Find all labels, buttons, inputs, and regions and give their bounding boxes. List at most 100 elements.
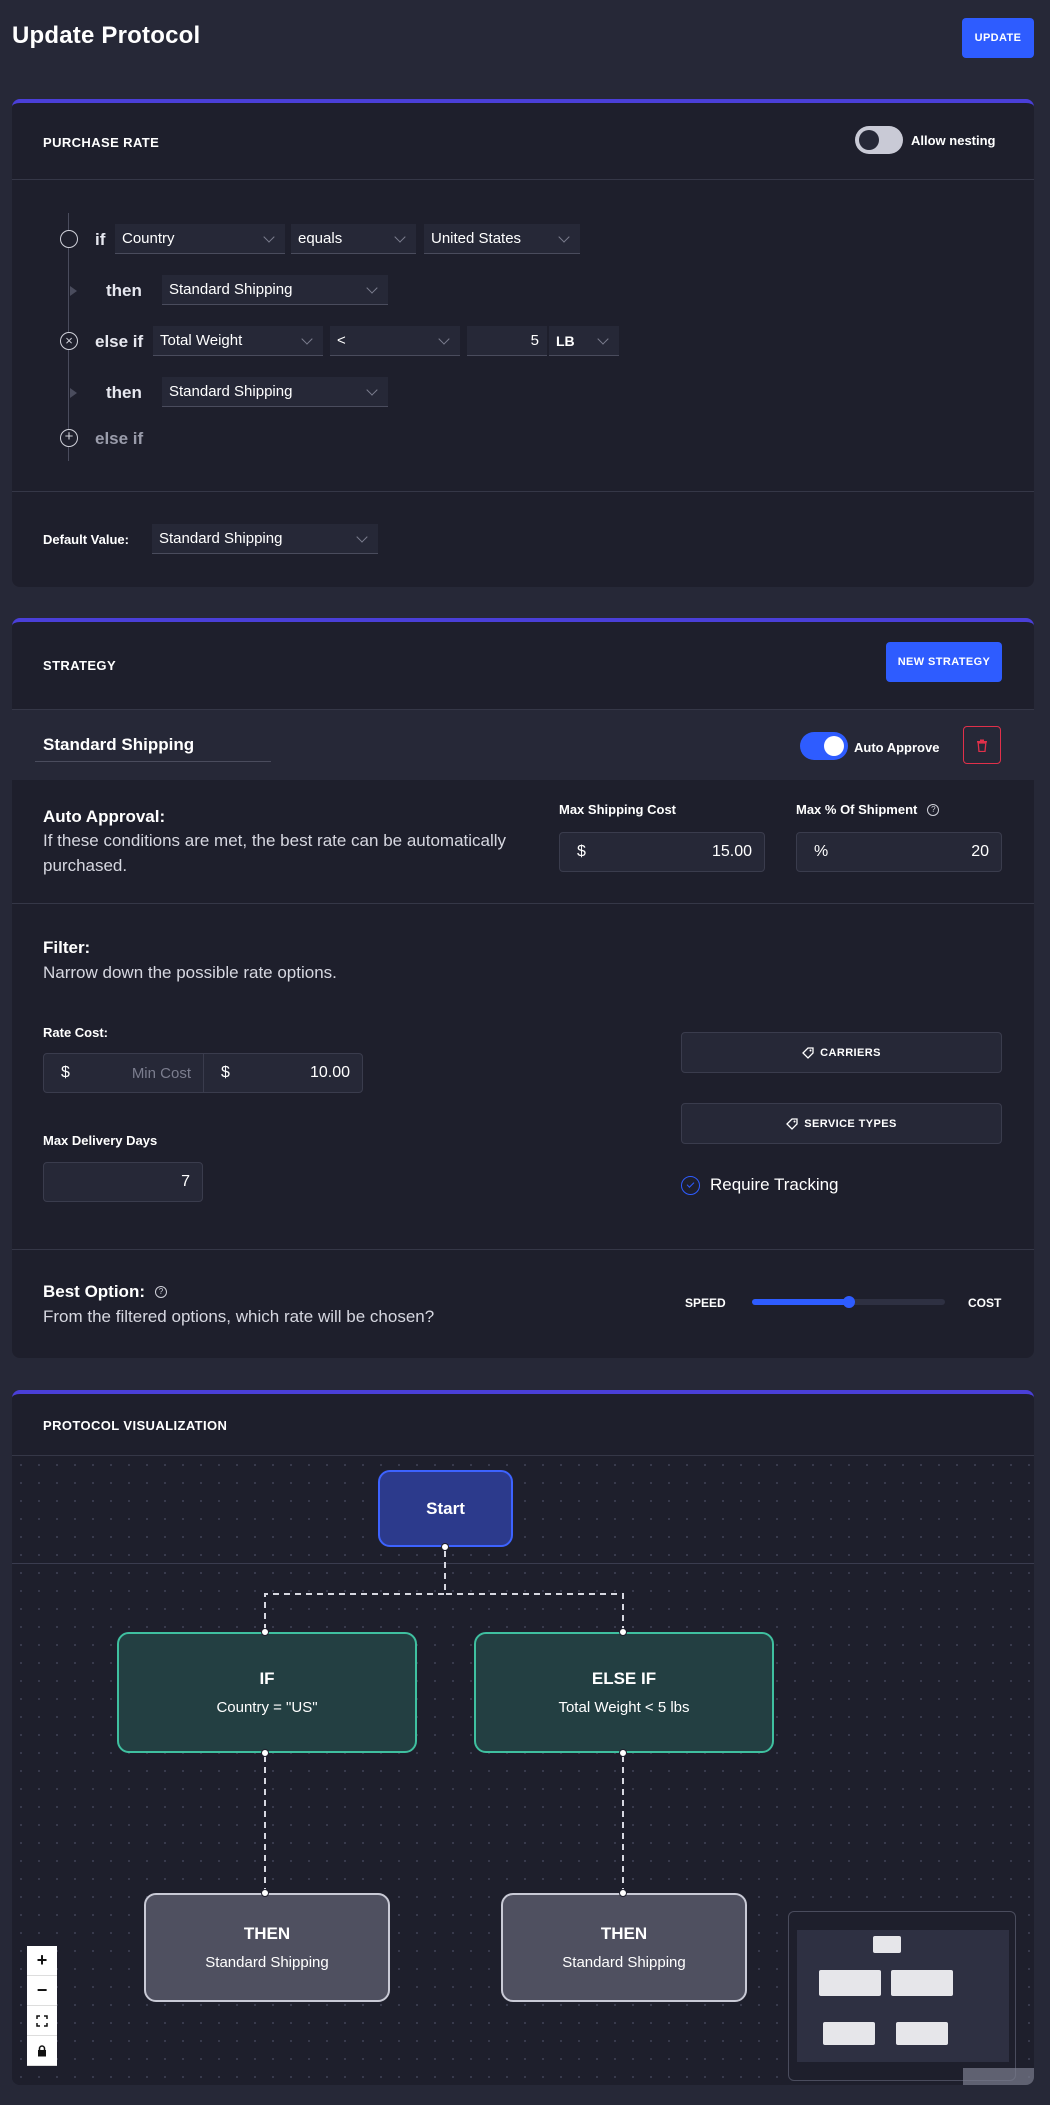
rule1-field-select[interactable]: Country	[115, 224, 285, 254]
toggle-track	[855, 126, 903, 154]
visualization-card: PROTOCOL VISUALIZATION Start IF Country …	[12, 1390, 1034, 2085]
carriers-button[interactable]: CARRIERS	[681, 1032, 1002, 1073]
min-cost-prefix: $	[61, 1064, 70, 1081]
chevron-down-icon	[301, 333, 313, 345]
allow-nesting-toggle[interactable]: Allow nesting	[855, 125, 1015, 155]
else-if-keyword: else if	[95, 332, 144, 351]
default-value-select[interactable]: Standard Shipping	[152, 524, 378, 554]
filter-desc: Narrow down the possible rate options.	[43, 963, 337, 982]
tag-icon	[802, 1046, 814, 1059]
then-node-2-handle[interactable]	[619, 1889, 627, 1897]
radio-circle-icon[interactable]	[60, 230, 78, 248]
best-option-title: Best Option:	[43, 1282, 145, 1301]
rule1-value-select[interactable]: United States	[424, 224, 580, 254]
edge-start-to-elseif	[444, 1551, 624, 1636]
then-keyword: then	[106, 383, 142, 402]
rule2-field-select[interactable]: Total Weight	[153, 326, 323, 356]
fit-view-icon	[36, 2014, 48, 2027]
auto-approve-toggle[interactable]: Auto Approve	[800, 732, 950, 762]
then-node-2-title: THEN	[600, 1924, 648, 1943]
priority-slider[interactable]	[752, 1295, 945, 1309]
service-types-button[interactable]: SERVICE TYPES	[681, 1103, 1002, 1144]
lock-icon	[38, 2044, 46, 2056]
toggle-knob	[859, 130, 879, 150]
strategy-title: STRATEGY	[43, 658, 117, 673]
new-strategy-button[interactable]: NEW STRATEGY	[886, 642, 1002, 682]
chevron-down-icon	[394, 231, 406, 243]
rule2-operator-select[interactable]: <	[330, 326, 460, 356]
max-cost-filter-input[interactable]: $ 10.00	[203, 1053, 363, 1093]
strategy-header-row: Standard Shipping Auto Approve	[12, 710, 1034, 780]
strategy-name: Standard Shipping	[43, 735, 195, 754]
rule1-then-value: Standard Shipping	[169, 281, 293, 298]
fit-view-button[interactable]	[27, 2006, 57, 2036]
then-node-1[interactable]: THEN Standard Shipping	[144, 1893, 390, 2002]
purchase-rate-card: PURCHASE RATE Allow nesting if Country e…	[12, 99, 1034, 587]
page-title: Update Protocol	[12, 22, 201, 49]
add-rule-icon[interactable]: +	[60, 429, 78, 447]
max-cost-input[interactable]: $ 15.00	[559, 832, 765, 872]
require-tracking-checkbox[interactable]: Require Tracking	[681, 1175, 839, 1195]
minimap-node	[873, 1936, 901, 1953]
else-if-node[interactable]: ELSE IF Total Weight < 5 lbs	[474, 1632, 774, 1753]
max-pct-prefix: %	[814, 843, 829, 860]
lock-button[interactable]	[27, 2036, 57, 2066]
max-cost-value: 15.00	[711, 843, 752, 860]
start-node-handle[interactable]	[441, 1543, 449, 1551]
rule2-value-input[interactable]: 5	[467, 326, 547, 356]
slider-thumb[interactable]	[842, 1296, 855, 1308]
rule1-operator-select[interactable]: equals	[291, 224, 416, 254]
visualization-title: PROTOCOL VISUALIZATION	[43, 1418, 228, 1433]
if-node[interactable]: IF Country = "US"	[117, 1632, 417, 1753]
minimap[interactable]	[788, 1911, 1016, 2081]
service-types-label: SERVICE TYPES	[804, 1117, 897, 1130]
max-days-label: Max Delivery Days	[43, 1133, 158, 1148]
strategy-name-input[interactable]: Standard Shipping	[35, 728, 271, 762]
rule2-unit-select[interactable]: LB	[549, 326, 619, 356]
rule2-field-value: Total Weight	[160, 332, 243, 349]
minimap-node	[823, 2022, 875, 2045]
max-pct-input[interactable]: % 20	[796, 832, 1002, 872]
min-cost-input[interactable]: $ Min Cost	[43, 1053, 204, 1093]
add-else-if-label[interactable]: else if	[95, 429, 143, 449]
start-node[interactable]: Start	[378, 1470, 513, 1547]
rule1-value: United States	[431, 230, 522, 247]
minimap-node	[891, 1970, 953, 1996]
rule2-then-select[interactable]: Standard Shipping	[162, 377, 388, 407]
if-node-bottom-handle[interactable]	[261, 1749, 269, 1757]
then-node-2[interactable]: THEN Standard Shipping	[501, 1893, 747, 2002]
carriers-label: CARRIERS	[820, 1046, 881, 1059]
best-option-title-row: Best Option: ?	[43, 1282, 167, 1302]
chevron-down-icon	[356, 531, 368, 543]
chevron-down-icon	[597, 333, 609, 345]
rule2-value: 5	[530, 332, 539, 349]
else-if-node-condition: Total Weight < 5 lbs	[558, 1699, 690, 1716]
allow-nesting-label: Allow nesting	[911, 133, 996, 148]
then-node-1-handle[interactable]	[261, 1889, 269, 1897]
zoom-in-button[interactable]: +	[27, 1946, 57, 1976]
max-cost-filter-prefix: $	[221, 1064, 230, 1081]
if-keyword: if	[95, 230, 106, 249]
max-pct-value: 20	[971, 843, 989, 860]
min-cost-placeholder: Min Cost	[131, 1065, 191, 1082]
if-node-condition: Country = "US"	[216, 1699, 318, 1716]
delete-strategy-button[interactable]	[963, 726, 1001, 764]
zoom-out-button[interactable]: −	[27, 1976, 57, 2006]
if-node-top-handle[interactable]	[261, 1628, 269, 1636]
help-icon[interactable]: ?	[155, 1286, 167, 1298]
help-icon[interactable]: ?	[927, 803, 940, 816]
slider-fill	[752, 1299, 849, 1305]
chevron-down-icon	[263, 231, 275, 243]
update-button[interactable]: UPDATE	[962, 18, 1034, 58]
max-days-input[interactable]: 7	[43, 1162, 203, 1202]
then-node-1-value: Standard Shipping	[205, 1954, 329, 1971]
chevron-down-icon	[366, 384, 378, 396]
flow-canvas[interactable]: Start IF Country = "US" ELSE IF Total We…	[12, 1456, 1034, 2085]
else-if-node-bottom-handle[interactable]	[619, 1749, 627, 1757]
remove-rule-icon[interactable]: ×	[60, 332, 78, 350]
else-if-node-top-handle[interactable]	[619, 1628, 627, 1636]
max-pct-label: Max % Of Shipment	[796, 802, 918, 817]
branch-arrow-icon	[70, 388, 77, 398]
rate-cost-label: Rate Cost:	[43, 1025, 109, 1040]
rule1-then-select[interactable]: Standard Shipping	[162, 275, 388, 305]
